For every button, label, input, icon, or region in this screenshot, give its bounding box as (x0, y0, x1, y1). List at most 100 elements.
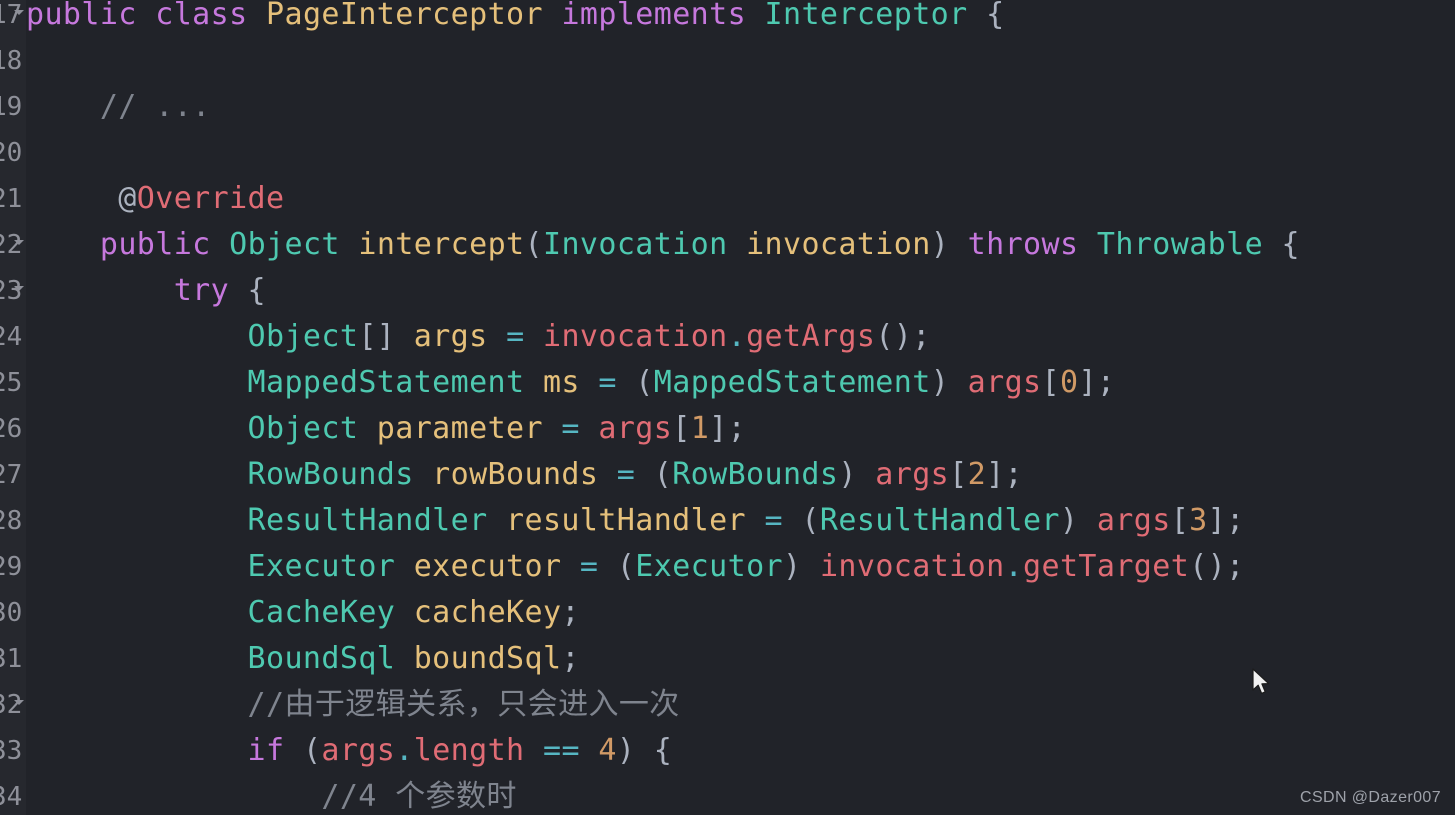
code-line[interactable]: Object parameter = args[1]; (26, 406, 1455, 452)
code-token: parameter (376, 411, 543, 446)
code-line[interactable]: if (args.length == 4) { (26, 728, 1455, 774)
code-line[interactable]: RowBounds rowBounds = (RowBounds) args[2… (26, 452, 1455, 498)
code-token: { (1263, 227, 1300, 262)
code-token: Object (247, 411, 359, 446)
gutter-line[interactable]: 19 (0, 84, 26, 130)
code-token: implements (561, 0, 747, 32)
code-token: 0 (1059, 365, 1079, 400)
gutter-line[interactable]: 26 (0, 406, 26, 452)
gutter-line[interactable]: 23 (0, 268, 26, 314)
code-token: Executor (247, 549, 396, 584)
gutter-line[interactable]: 30 (0, 590, 26, 636)
fold-chevron-down-icon[interactable] (14, 240, 24, 245)
code-token: 3 (1189, 503, 1208, 538)
gutter-line[interactable]: 29 (0, 544, 26, 590)
code-line[interactable]: BoundSql boundSql; (26, 636, 1455, 682)
code-token: Interceptor (764, 0, 968, 32)
line-number: 30 (0, 598, 23, 628)
line-number: 20 (0, 138, 23, 168)
code-line[interactable]: //4 个参数时 (26, 774, 1455, 815)
code-token: { (967, 0, 1005, 32)
code-token: (); (875, 319, 931, 354)
code-line[interactable]: try { (26, 268, 1455, 314)
gutter-line[interactable]: 18 (0, 38, 26, 84)
line-number: 34 (0, 782, 23, 812)
code-line[interactable]: CacheKey cacheKey; (26, 590, 1455, 636)
code-line[interactable] (26, 130, 1455, 176)
code-token: RowBounds (672, 457, 839, 492)
code-content-area[interactable]: public class PageInterceptor implements … (26, 0, 1455, 815)
code-token: ms (542, 365, 580, 400)
gutter-line[interactable]: 24 (0, 314, 26, 360)
line-number: 28 (0, 506, 23, 536)
code-token: ]; (709, 411, 747, 446)
code-token: 由于逻辑关系，只会进入一次 (284, 687, 680, 722)
code-token: args (321, 733, 396, 768)
gutter-line[interactable]: 20 (0, 130, 26, 176)
code-line[interactable]: MappedStatement ms = (MappedStatement) a… (26, 360, 1455, 406)
code-token: [ (1170, 503, 1190, 538)
code-token: ( (524, 227, 543, 262)
code-line[interactable]: public class PageInterceptor implements … (26, 0, 1455, 38)
code-token: { (229, 273, 267, 308)
code-line[interactable] (26, 38, 1455, 84)
gutter-line[interactable]: 27 (0, 452, 26, 498)
code-line[interactable]: //由于逻辑关系，只会进入一次 (26, 682, 1455, 728)
code-token: class (155, 0, 248, 32)
gutter-line[interactable]: 21 (0, 176, 26, 222)
code-token: == (543, 733, 580, 768)
fold-chevron-down-icon[interactable] (14, 10, 24, 15)
code-token: ( (616, 365, 654, 400)
gutter-line[interactable]: 31 (0, 636, 26, 682)
code-token: ResultHandler (819, 503, 1060, 538)
fold-chevron-down-icon[interactable] (14, 286, 24, 291)
code-token: args (598, 411, 673, 446)
gutter-line[interactable]: 17 (0, 0, 26, 38)
code-line[interactable]: ResultHandler resultHandler = (ResultHan… (26, 498, 1455, 544)
code-line[interactable]: // ... (26, 84, 1455, 130)
gutter-line[interactable]: 22 (0, 222, 26, 268)
code-token: ]; (1207, 503, 1245, 538)
code-token: [ (949, 457, 968, 492)
code-token: ( (635, 457, 673, 492)
code-token: rowBounds (432, 457, 599, 492)
code-editor[interactable]: 171819202122232425262728293031323334 pub… (0, 0, 1455, 815)
code-token: length (413, 733, 525, 768)
gutter-line[interactable]: 33 (0, 728, 26, 774)
code-token: args (413, 319, 488, 354)
code-token: = (616, 457, 636, 492)
code-token: public (26, 0, 137, 32)
gutter-line[interactable]: 34 (0, 774, 26, 815)
line-number: 23 (0, 276, 23, 306)
code-token: public (99, 227, 211, 262)
code-line[interactable]: Executor executor = (Executor) invocatio… (26, 544, 1455, 590)
code-line[interactable]: public Object intercept(Invocation invoc… (26, 222, 1455, 268)
code-token: ) (838, 457, 876, 492)
gutter-line[interactable]: 32 (0, 682, 26, 728)
code-token: PageInterceptor (266, 0, 543, 32)
line-number: 27 (0, 460, 23, 490)
code-token: 4 (598, 733, 617, 768)
code-token: invocation (819, 549, 1005, 584)
gutter-line[interactable]: 28 (0, 498, 26, 544)
gutter-line[interactable]: 25 (0, 360, 26, 406)
code-line[interactable]: Object[] args = invocation.getArgs(); (26, 314, 1455, 360)
code-line[interactable]: @Override (26, 176, 1455, 222)
fold-chevron-down-icon[interactable] (14, 700, 24, 705)
code-token: ( (598, 549, 636, 584)
line-number-gutter[interactable]: 17 18 19 20 21 22 23 24 25 26 27 28 29 30 31 32 33 34 (0, 0, 26, 815)
